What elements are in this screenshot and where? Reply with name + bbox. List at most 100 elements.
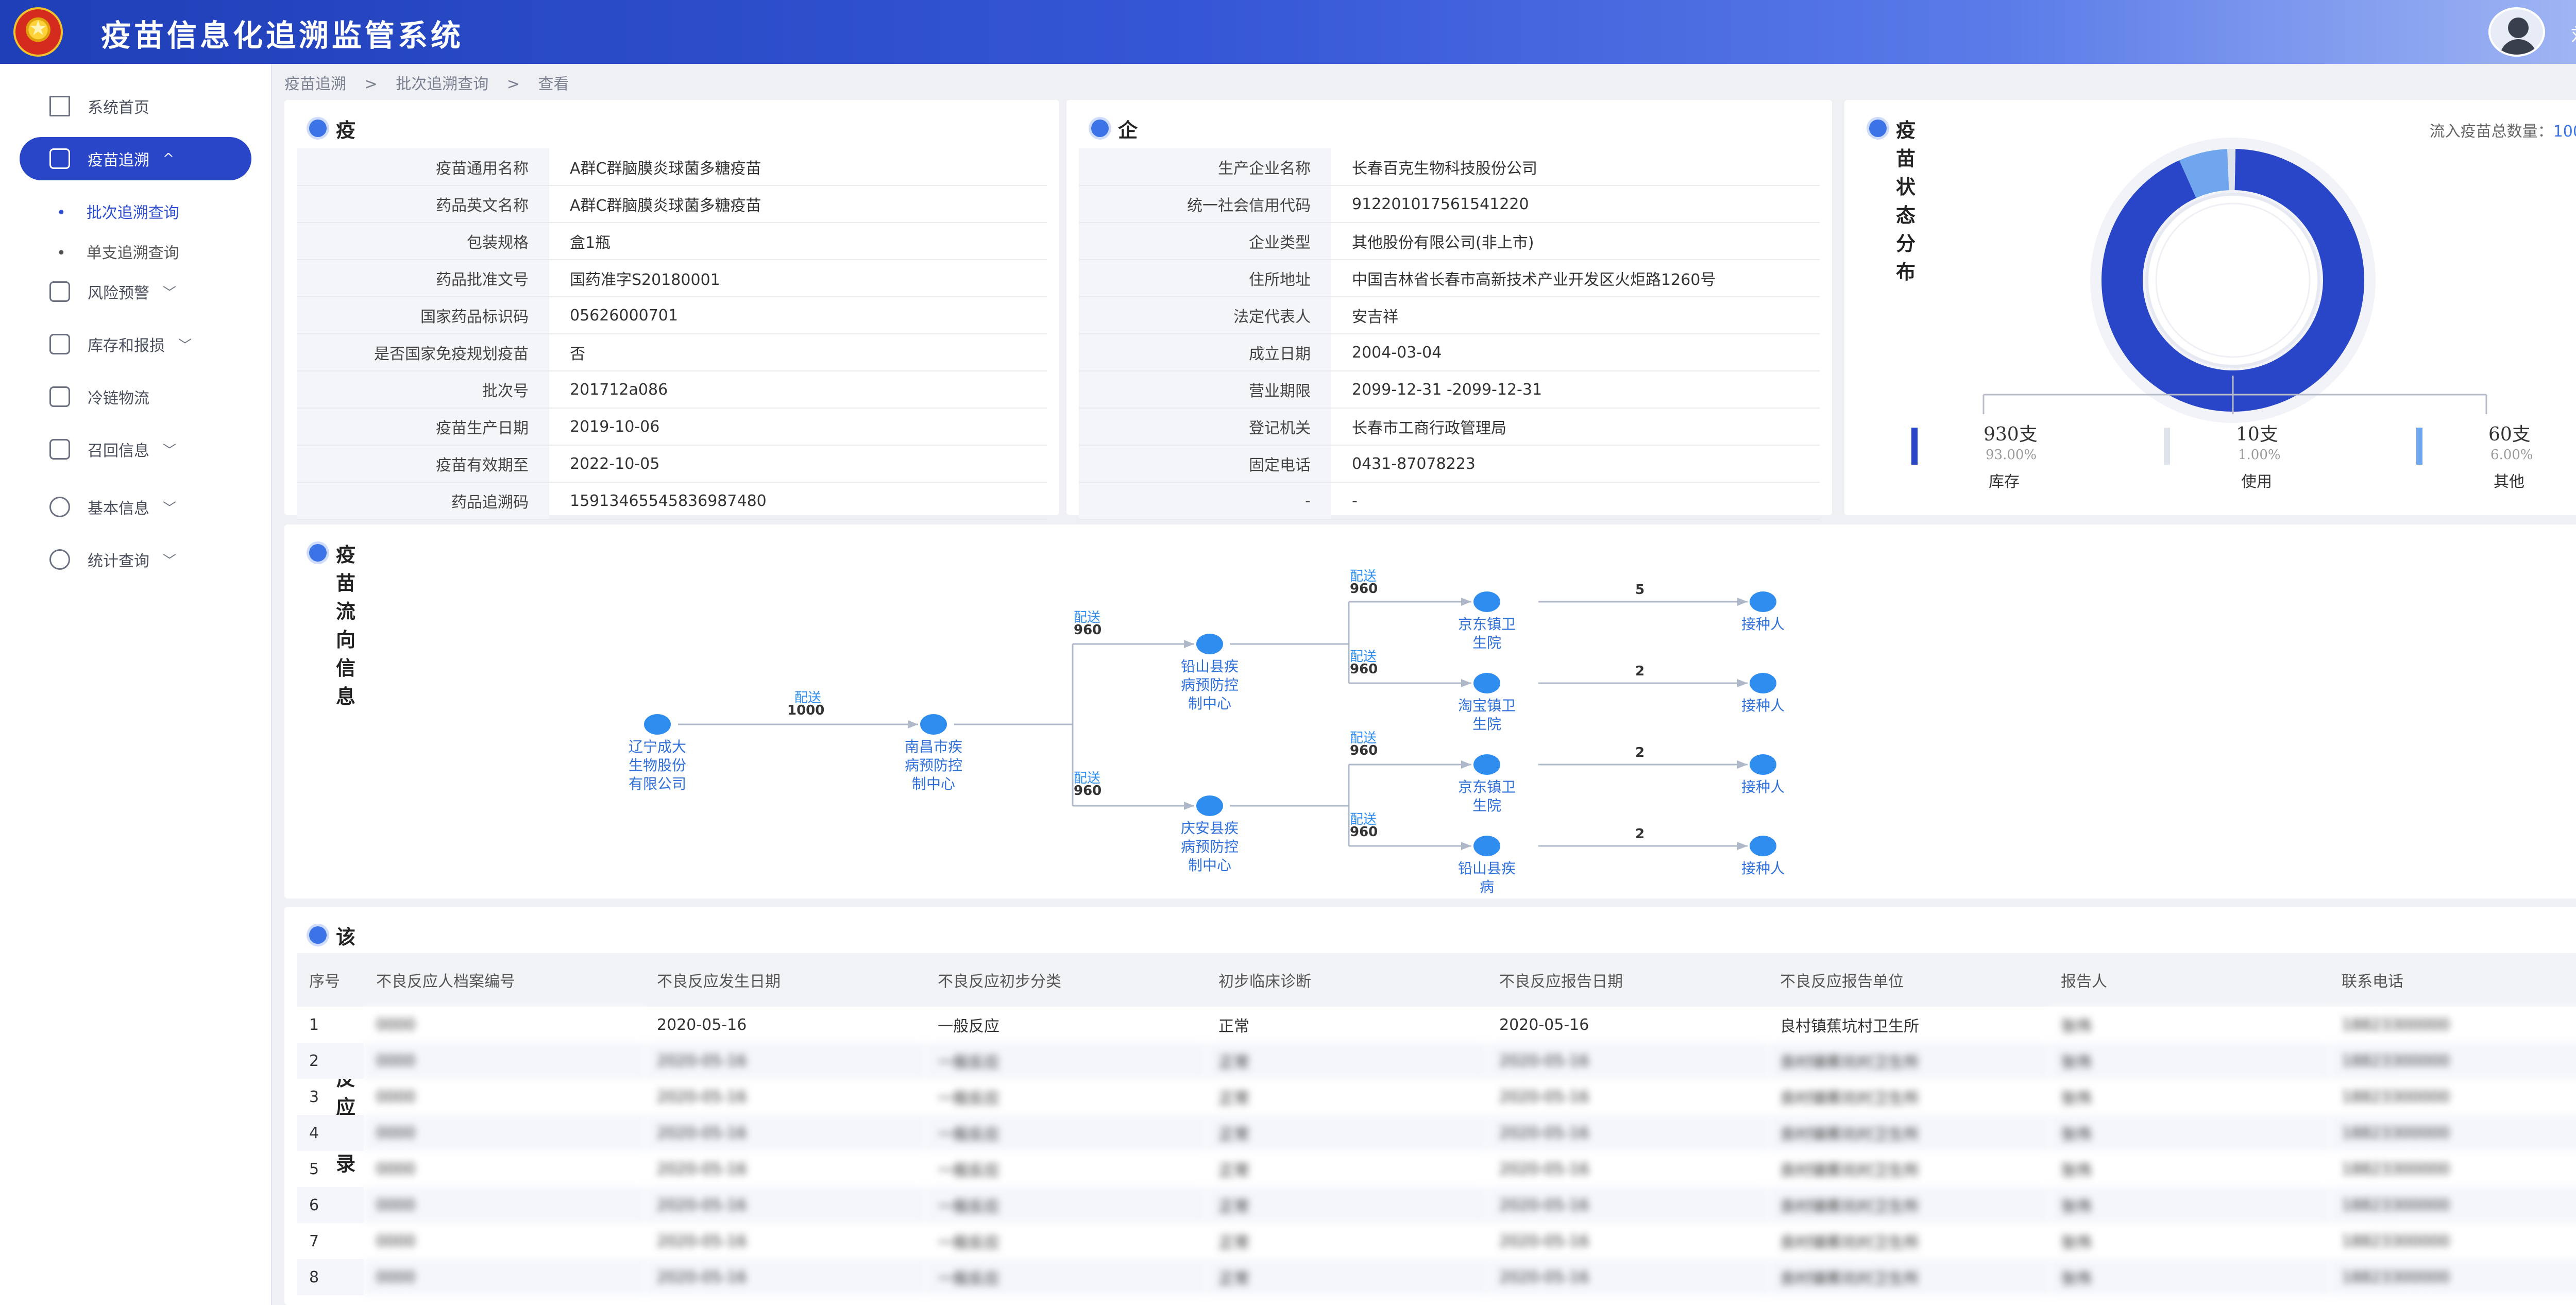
breadcrumb-item[interactable]: 批次追溯查询 bbox=[396, 75, 488, 93]
info-icon bbox=[49, 497, 70, 517]
umbrella-icon bbox=[49, 281, 70, 302]
flow-arrow-icon bbox=[1461, 679, 1471, 687]
flow-arrow-icon bbox=[1461, 598, 1471, 606]
table-cell: 正常 bbox=[1218, 1162, 1249, 1180]
table-cell: 2020-05-16 bbox=[657, 1232, 747, 1250]
section-bullet-icon bbox=[309, 926, 327, 944]
info-value: 2099-12-31 -2099-12-31 bbox=[1331, 371, 1820, 409]
table-row[interactable]: 1 0000 2020-05-16 一般反应 正常 2020-05-16 良村镇蕉坑村卫生所… bbox=[297, 1007, 2576, 1043]
table-row[interactable]: 2 0000 2020-05-16 一般反应 正常 2020-05-16 良村镇蕉坑村卫生所… bbox=[297, 1043, 2576, 1079]
flow-node[interactable] bbox=[1473, 836, 1500, 856]
recall-icon bbox=[49, 439, 70, 460]
chevron-down-icon: ﹀ bbox=[163, 500, 177, 516]
table-cell: 良村镇蕉坑村卫生所 bbox=[1768, 1259, 2048, 1295]
sidebar-item-inventory[interactable]: 库存和报损 ﹀ bbox=[20, 323, 251, 366]
flow-node[interactable] bbox=[1750, 754, 1776, 775]
section-bullet-icon bbox=[1091, 120, 1109, 137]
flow-node[interactable] bbox=[1473, 591, 1500, 612]
column-header: 不良反应报告单位 bbox=[1768, 953, 2048, 1007]
info-value: 盒1瓶 bbox=[549, 223, 1047, 260]
table-cell: 0000 bbox=[364, 1259, 645, 1295]
section-bullet-icon bbox=[309, 120, 327, 137]
info-row: 营业期限 2099-12-31 -2099-12-31 bbox=[1079, 371, 1820, 409]
sidebar-subitem-single-trace[interactable]: 单支追溯查询 bbox=[57, 240, 179, 263]
flow-node[interactable] bbox=[1473, 673, 1500, 693]
legend-percent: 6.00% bbox=[2490, 447, 2533, 463]
flow-node[interactable] bbox=[1750, 836, 1776, 856]
table-cell: 3 bbox=[309, 1088, 319, 1106]
info-label: 企业类型 bbox=[1079, 223, 1331, 260]
table-cell: 5 bbox=[309, 1160, 319, 1178]
table-cell: 2020-05-16 bbox=[1487, 1043, 1768, 1079]
info-label: 营业期限 bbox=[1079, 371, 1331, 409]
info-row: 药品英文名称 A群C群脑膜炎球菌多糖疫苗 bbox=[297, 185, 1047, 223]
table-cell: 正常 bbox=[1206, 1007, 1487, 1043]
info-label: 国家药品标识码 bbox=[297, 297, 549, 334]
sidebar-item-home[interactable]: 系统首页 bbox=[20, 84, 251, 128]
sidebar-item-trace[interactable]: 疫苗追溯 ^ bbox=[20, 137, 251, 180]
info-value: 912201017561541220 bbox=[1331, 185, 1820, 223]
flow-node[interactable] bbox=[920, 714, 947, 735]
table-row[interactable]: 8 0000 2020-05-16 一般反应 正常 2020-05-16 良村镇蕉坑村卫生所… bbox=[297, 1259, 2576, 1295]
table-row[interactable]: 6 0000 2020-05-16 一般反应 正常 2020-05-16 良村镇蕉坑村卫生所… bbox=[297, 1187, 2576, 1223]
vaccine-info-panel: 疫苗基本信息 疫苗通用名称A群C群脑膜炎球菌多糖疫苗药品英文名称A群C群脑膜炎球… bbox=[284, 100, 1059, 520]
table-cell: 一般反应 bbox=[938, 1234, 999, 1252]
breadcrumb-item[interactable]: 疫苗追溯 bbox=[284, 75, 346, 93]
info-label: 成立日期 bbox=[1079, 334, 1331, 371]
info-value: 安吉祥 bbox=[1331, 297, 1820, 334]
flow-node[interactable] bbox=[1750, 591, 1776, 612]
flow-node[interactable] bbox=[1473, 754, 1500, 775]
table-cell: 正常 bbox=[1218, 1090, 1249, 1108]
sidebar-subitem-batch-trace[interactable]: 批次追溯查询 bbox=[57, 200, 179, 223]
flow-arrow-icon bbox=[1184, 640, 1194, 648]
sidebar-item-label: 系统首页 bbox=[88, 99, 149, 117]
table-cell: 2020-05-16 bbox=[645, 1187, 925, 1223]
flow-edge-quantity: 960 bbox=[1350, 662, 1378, 677]
flow-node[interactable] bbox=[1750, 673, 1776, 693]
info-row: 批次号 201712a086 bbox=[297, 371, 1047, 409]
table-cell: 2020-05-16 bbox=[657, 1088, 747, 1106]
info-row: 法定代表人 安吉祥 bbox=[1079, 297, 1820, 334]
flow-arrow-icon bbox=[1184, 802, 1194, 810]
chevron-up-icon: ^ bbox=[163, 151, 174, 166]
table-cell: 18823300000 bbox=[2342, 1232, 2450, 1250]
column-header: 联系电话 bbox=[2329, 953, 2576, 1007]
sidebar-item-coldchain[interactable]: 冷链物流 bbox=[20, 375, 251, 418]
table-row[interactable]: 4 0000 2020-05-16 一般反应 正常 2020-05-16 良村镇蕉坑村卫生所… bbox=[297, 1115, 2576, 1151]
table-row[interactable]: 5 0000 2020-05-16 一般反应 正常 2020-05-16 良村镇蕉坑村卫生所… bbox=[297, 1151, 2576, 1187]
table-cell: 0000 bbox=[376, 1088, 416, 1106]
info-value: 2022-10-05 bbox=[549, 445, 1047, 483]
table-cell: 一般反应 bbox=[925, 1007, 1206, 1043]
company-info-panel: 企业信息 生产企业名称长春百克生物科技股份公司统一社会信用代码912201017… bbox=[1066, 100, 1832, 520]
flow-node[interactable] bbox=[1196, 795, 1223, 816]
table-cell: 良村镇蕉坑村卫生所 bbox=[1768, 1043, 2048, 1079]
table-cell: 2020-05-16 bbox=[645, 1259, 925, 1295]
info-row: 是否国家免疫规划疫苗否 bbox=[297, 334, 1047, 371]
column-header: 不良反应初步分类 bbox=[925, 953, 1206, 1007]
user-avatar[interactable] bbox=[2488, 7, 2545, 57]
table-cell: 一般反应 bbox=[925, 1115, 1206, 1151]
sidebar-item-label: 冷链物流 bbox=[88, 389, 149, 408]
info-row: 药品追溯码 15913465545836987480 bbox=[297, 482, 1047, 520]
info-value: 2019-10-06 bbox=[549, 408, 1047, 446]
info-row: 住所地址 中国吉林省长春市高新技术产业开发区火炬路1260号 bbox=[1079, 260, 1820, 297]
column-header: 不良反应人档案编号 bbox=[364, 953, 645, 1007]
flow-node[interactable] bbox=[1196, 634, 1223, 654]
info-label: 固定电话 bbox=[1079, 445, 1331, 483]
info-row: 疫苗有效期至 2022-10-05 bbox=[297, 445, 1047, 483]
flow-node[interactable] bbox=[644, 714, 671, 735]
legend-percent: 1.00% bbox=[2238, 447, 2281, 463]
table-cell: 2020-05-16 bbox=[1487, 1187, 1768, 1223]
sidebar-item-basic[interactable]: 基本信息 ﹀ bbox=[20, 485, 251, 529]
info-row: 疫苗通用名称 A群C群脑膜炎球菌多糖疫苗 bbox=[297, 148, 1047, 186]
table-cell: 2020-05-16 bbox=[1499, 1160, 1589, 1178]
table-row[interactable]: 7 0000 2020-05-16 一般反应 正常 2020-05-16 良村镇蕉坑村卫生所… bbox=[297, 1223, 2576, 1259]
info-value: 否 bbox=[549, 334, 1047, 371]
sidebar-item-stats[interactable]: 统计查询 ﹀ bbox=[20, 538, 251, 581]
sidebar-item-recall[interactable]: 召回信息 ﹀ bbox=[20, 428, 251, 471]
sidebar-item-risk[interactable]: 风险预警 ﹀ bbox=[20, 270, 251, 313]
table-row[interactable]: 3 0000 2020-05-16 一般反应 正常 2020-05-16 良村镇蕉坑村卫生所… bbox=[297, 1079, 2576, 1115]
user-name[interactable]: 刘小辉 bbox=[2571, 21, 2576, 46]
home-icon bbox=[49, 96, 70, 116]
table-cell: 张伟 bbox=[2048, 1043, 2329, 1079]
